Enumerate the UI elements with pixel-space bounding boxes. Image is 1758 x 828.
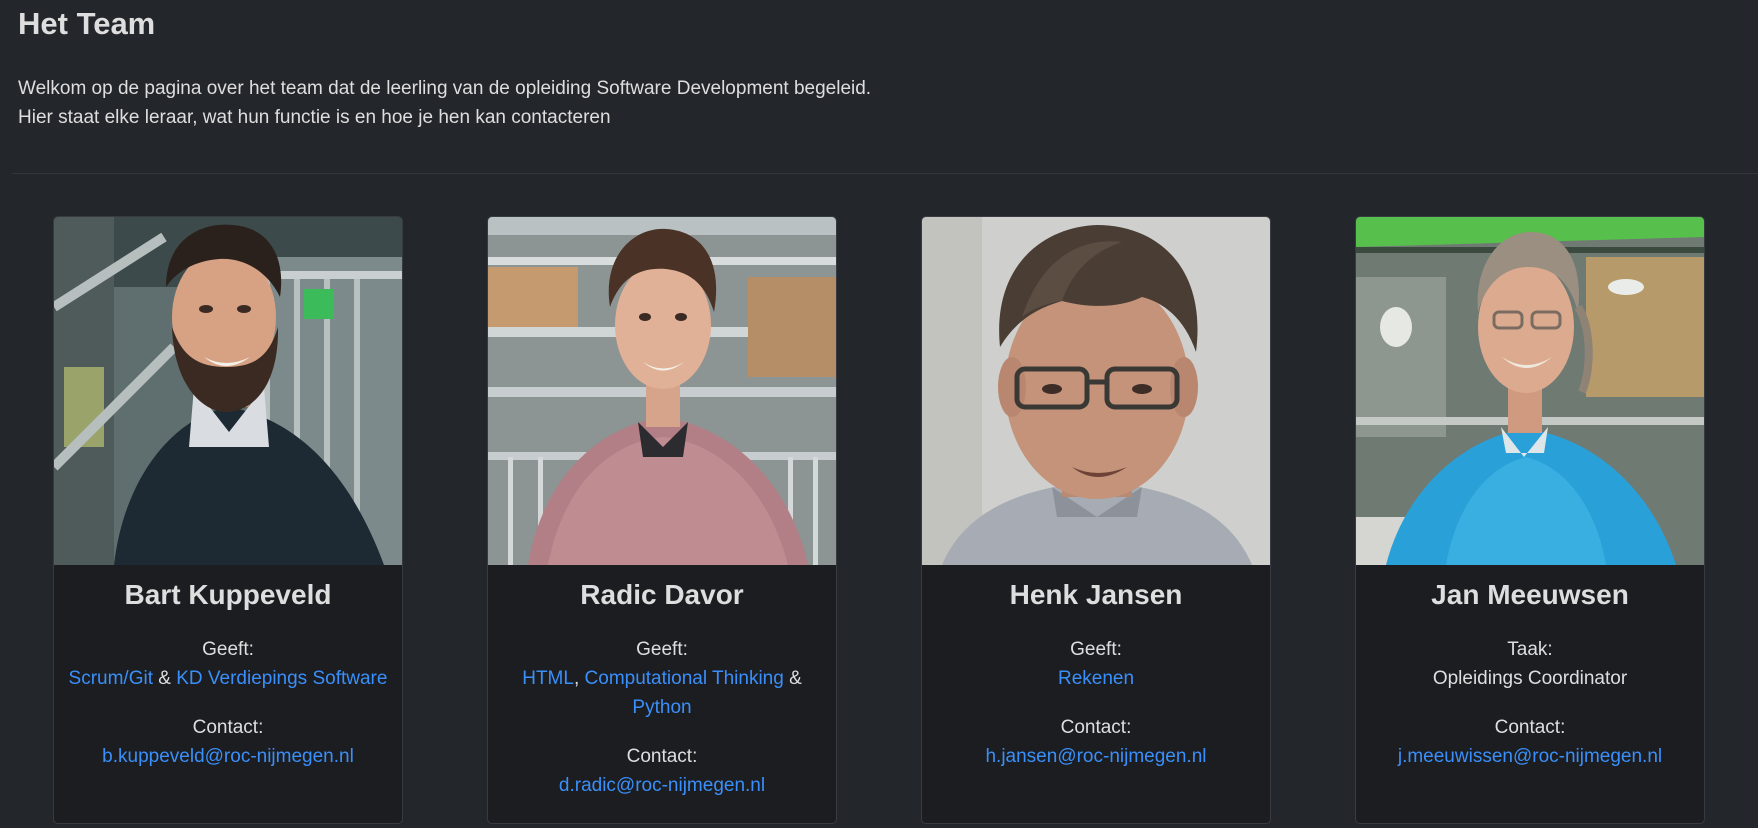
teacher-name: Radic Davor (580, 579, 744, 610)
email-link[interactable]: b.kuppeveld@roc-nijmegen.nl (102, 746, 354, 767)
team-card-jan-meeuwsen: Jan Meeuwsen Taak: Opleidings Coordinato… (1355, 216, 1705, 824)
course-separator: & (783, 668, 802, 689)
course-link-python[interactable]: Python (632, 697, 691, 718)
course-separator: , (573, 668, 585, 689)
course-list: Scrum/Git & KD Verdiepings Software (54, 664, 402, 693)
course-link-kd-verdiepings-software[interactable]: KD Verdiepings Software (176, 668, 387, 689)
role-label: Geeft: (1070, 639, 1122, 660)
course-list: Rekenen (922, 664, 1270, 693)
team-card-henk-jansen: Henk Jansen Geeft: Rekenen Contact: h.ja… (921, 216, 1271, 824)
course-link-scrum-git[interactable]: Scrum/Git (69, 668, 153, 689)
email-link[interactable]: j.meeuwissen@roc-nijmegen.nl (1398, 746, 1662, 767)
role-label: Geeft: (636, 639, 688, 660)
contact-label: Contact: (1494, 717, 1566, 738)
course-link-computational-thinking[interactable]: Computational Thinking (585, 668, 784, 689)
divider (12, 173, 1758, 174)
role-label: Taak: (1507, 639, 1553, 660)
page-title: Het Team (18, 6, 156, 41)
course-link-html[interactable]: HTML (522, 668, 574, 689)
teacher-name: Henk Jansen (1009, 579, 1183, 610)
course-separator: & (152, 668, 177, 689)
team-page: Het Team Welkom op de pagina over het te… (0, 0, 1758, 828)
contact-label: Contact: (626, 746, 698, 767)
teacher-photo (922, 217, 1270, 565)
email-link[interactable]: d.radic@roc-nijmegen.nl (559, 775, 765, 796)
course-list: HTML, Computational Thinking & Python (488, 664, 836, 722)
role-label: Geeft: (202, 639, 254, 660)
email-link[interactable]: h.jansen@roc-nijmegen.nl (985, 746, 1206, 767)
intro-text: Welkom op de pagina over het team dat de… (18, 74, 871, 132)
course-link-rekenen[interactable]: Rekenen (1058, 668, 1134, 689)
team-card-bart-kuppeveld: Bart Kuppeveld Geeft: Scrum/Git & KD Ver… (53, 216, 403, 824)
teacher-name: Jan Meeuwsen (1431, 579, 1629, 610)
teacher-photo (1356, 217, 1704, 565)
team-card-radic-davor: Radic Davor Geeft: HTML, Computational T… (487, 216, 837, 824)
teacher-photo (488, 217, 836, 565)
intro-line-2: Hier staat elke leraar, wat hun functie … (18, 107, 611, 128)
contact-label: Contact: (1060, 717, 1132, 738)
intro-line-1: Welkom op de pagina over het team dat de… (18, 78, 872, 99)
contact-label: Contact: (192, 717, 264, 738)
teacher-name: Bart Kuppeveld (124, 579, 332, 610)
teacher-photo (54, 217, 402, 565)
task-text: Opleidings Coordinator (1432, 668, 1628, 689)
